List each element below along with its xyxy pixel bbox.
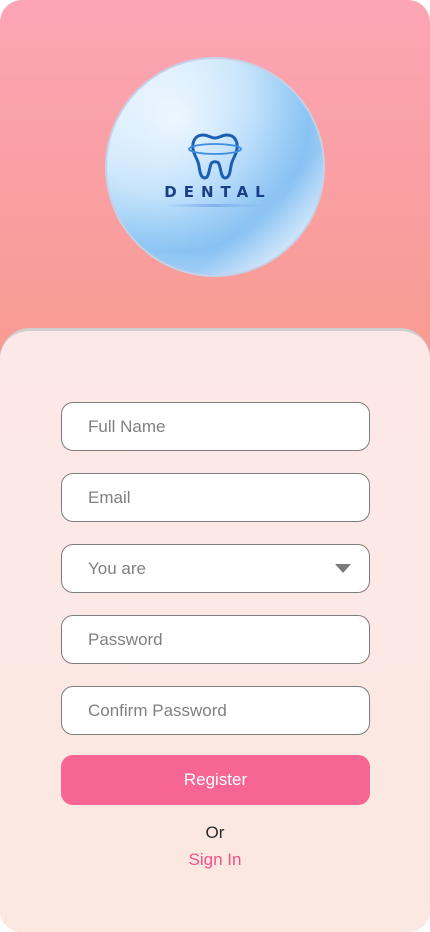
role-select-placeholder: You are	[88, 558, 146, 578]
role-select[interactable]: You are	[61, 544, 370, 593]
confirm-password-field[interactable]	[61, 686, 370, 735]
sign-in-link[interactable]: Sign In	[0, 850, 430, 870]
caret-down-icon	[335, 564, 351, 573]
registration-card: You are Register Or Sign In	[0, 328, 430, 932]
full-name-field[interactable]	[61, 402, 370, 451]
tooth-icon	[188, 133, 242, 180]
register-screen: DENTAL You are Register Or Sign In	[0, 0, 430, 932]
confirm-password-input[interactable]	[88, 700, 348, 721]
password-field[interactable]	[61, 615, 370, 664]
password-input[interactable]	[88, 629, 348, 650]
logo-brand-text: DENTAL	[164, 183, 272, 201]
email-field[interactable]	[61, 473, 370, 522]
email-input[interactable]	[88, 487, 348, 508]
or-divider-text: Or	[205, 823, 225, 842]
register-button[interactable]: Register	[61, 755, 370, 805]
app-logo: DENTAL	[107, 59, 323, 275]
logo-underline	[165, 204, 265, 207]
full-name-input[interactable]	[88, 416, 348, 437]
